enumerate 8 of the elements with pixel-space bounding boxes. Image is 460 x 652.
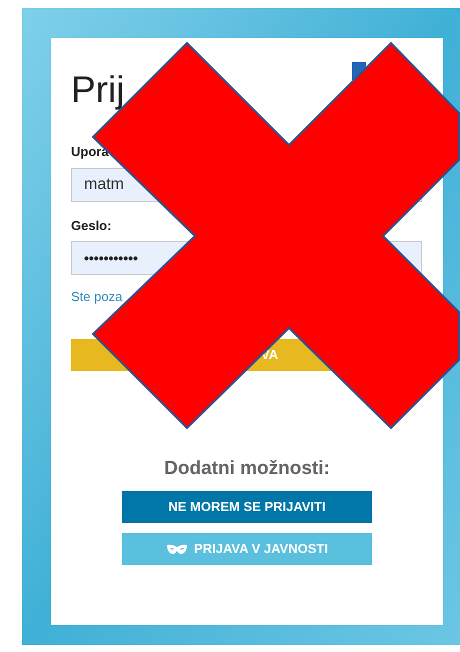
- forgot-password-link[interactable]: Ste poza: [71, 287, 122, 306]
- page-title: Prij: [71, 68, 124, 112]
- username-label: Upora: [71, 143, 110, 161]
- mask-icon: [166, 544, 188, 554]
- public-login-button[interactable]: PRIJAVA V JAVNOSTI: [122, 533, 372, 565]
- cannot-login-button[interactable]: NE MOREM SE PRIJAVITI: [122, 491, 372, 523]
- more-options-heading: Dodatni možnosti:: [163, 456, 331, 480]
- password-label: Geslo:: [71, 216, 112, 234]
